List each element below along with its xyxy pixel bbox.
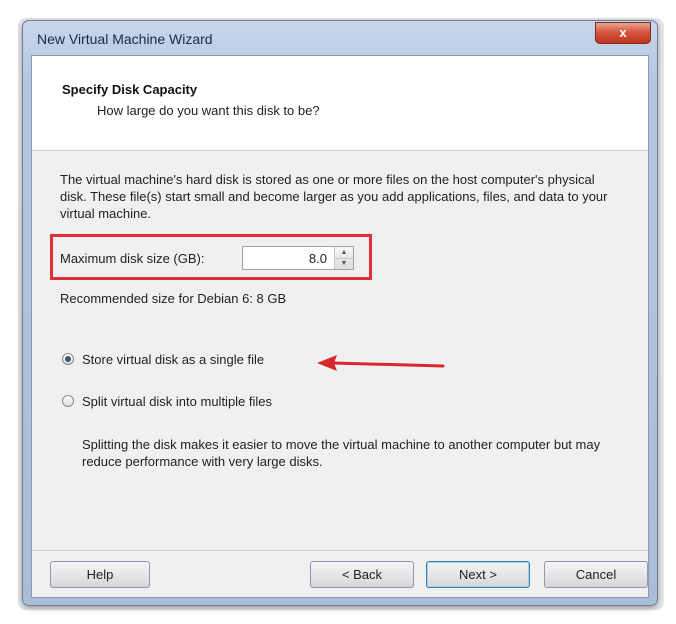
next-button[interactable]: Next > — [426, 561, 530, 588]
disk-size-stepper[interactable]: 8.0 ▲ ▼ — [242, 246, 354, 270]
close-button[interactable]: x — [595, 22, 651, 44]
wizard-header: Specify Disk Capacity How large do you w… — [32, 56, 648, 151]
help-button[interactable]: Help — [50, 561, 150, 588]
split-note: Splitting the disk makes it easier to mo… — [82, 437, 601, 469]
title-bar[interactable]: New Virtual Machine Wizard x — [23, 21, 657, 57]
split-files-radio[interactable] — [62, 395, 74, 407]
arrow-pointer-icon — [317, 355, 445, 371]
split-files-label[interactable]: Split virtual disk into multiple files — [82, 394, 272, 409]
back-button[interactable]: < Back — [310, 561, 414, 588]
wizard-client-area: Specify Disk Capacity How large do you w… — [31, 55, 649, 598]
single-file-label[interactable]: Store virtual disk as a single file — [82, 352, 264, 367]
stepper-down-icon[interactable]: ▼ — [335, 258, 353, 269]
disk-description: The virtual machine's hard disk is store… — [60, 172, 608, 221]
stepper-buttons: ▲ ▼ — [334, 247, 353, 269]
recommended-size: Recommended size for Debian 6: 8 GB — [60, 291, 287, 306]
disk-size-label: Maximum disk size (GB): — [60, 251, 205, 266]
cancel-button[interactable]: Cancel — [544, 561, 648, 588]
page-subtitle: How large do you want this disk to be? — [97, 103, 320, 118]
single-file-radio[interactable] — [62, 353, 74, 365]
close-icon: x — [619, 25, 627, 40]
footer-divider — [32, 550, 648, 551]
wizard-window: New Virtual Machine Wizard x Specify Dis… — [22, 20, 658, 606]
window-title: New Virtual Machine Wizard — [37, 31, 213, 47]
page-title: Specify Disk Capacity — [62, 82, 198, 97]
disk-size-value[interactable]: 8.0 — [309, 251, 327, 266]
